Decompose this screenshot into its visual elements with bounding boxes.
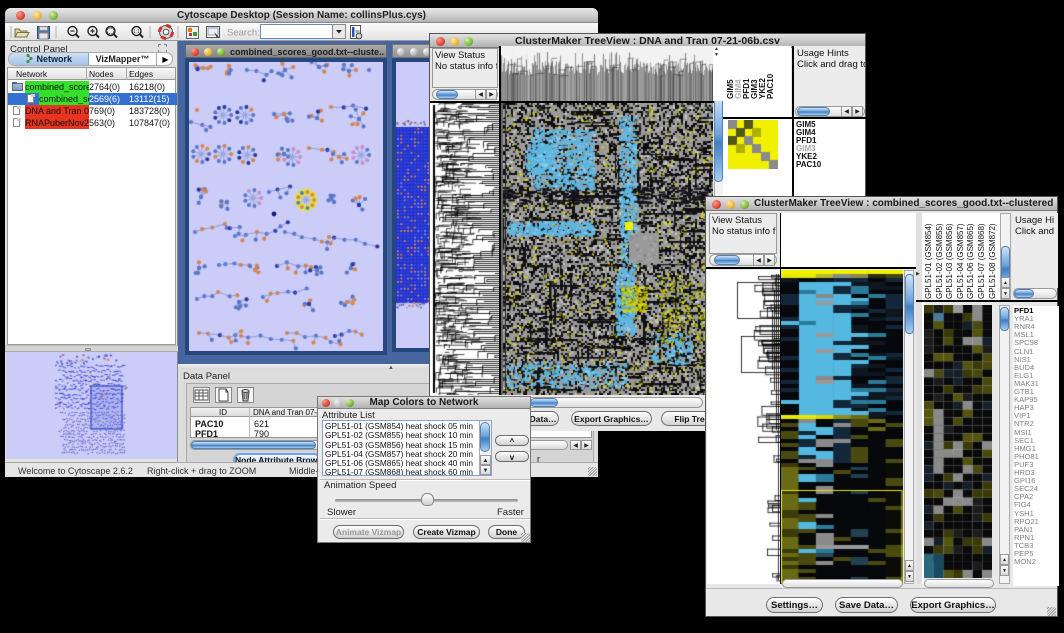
- svg-text:Search:: Search:: [227, 28, 260, 39]
- svg-text:1:1: 1:1: [133, 29, 140, 35]
